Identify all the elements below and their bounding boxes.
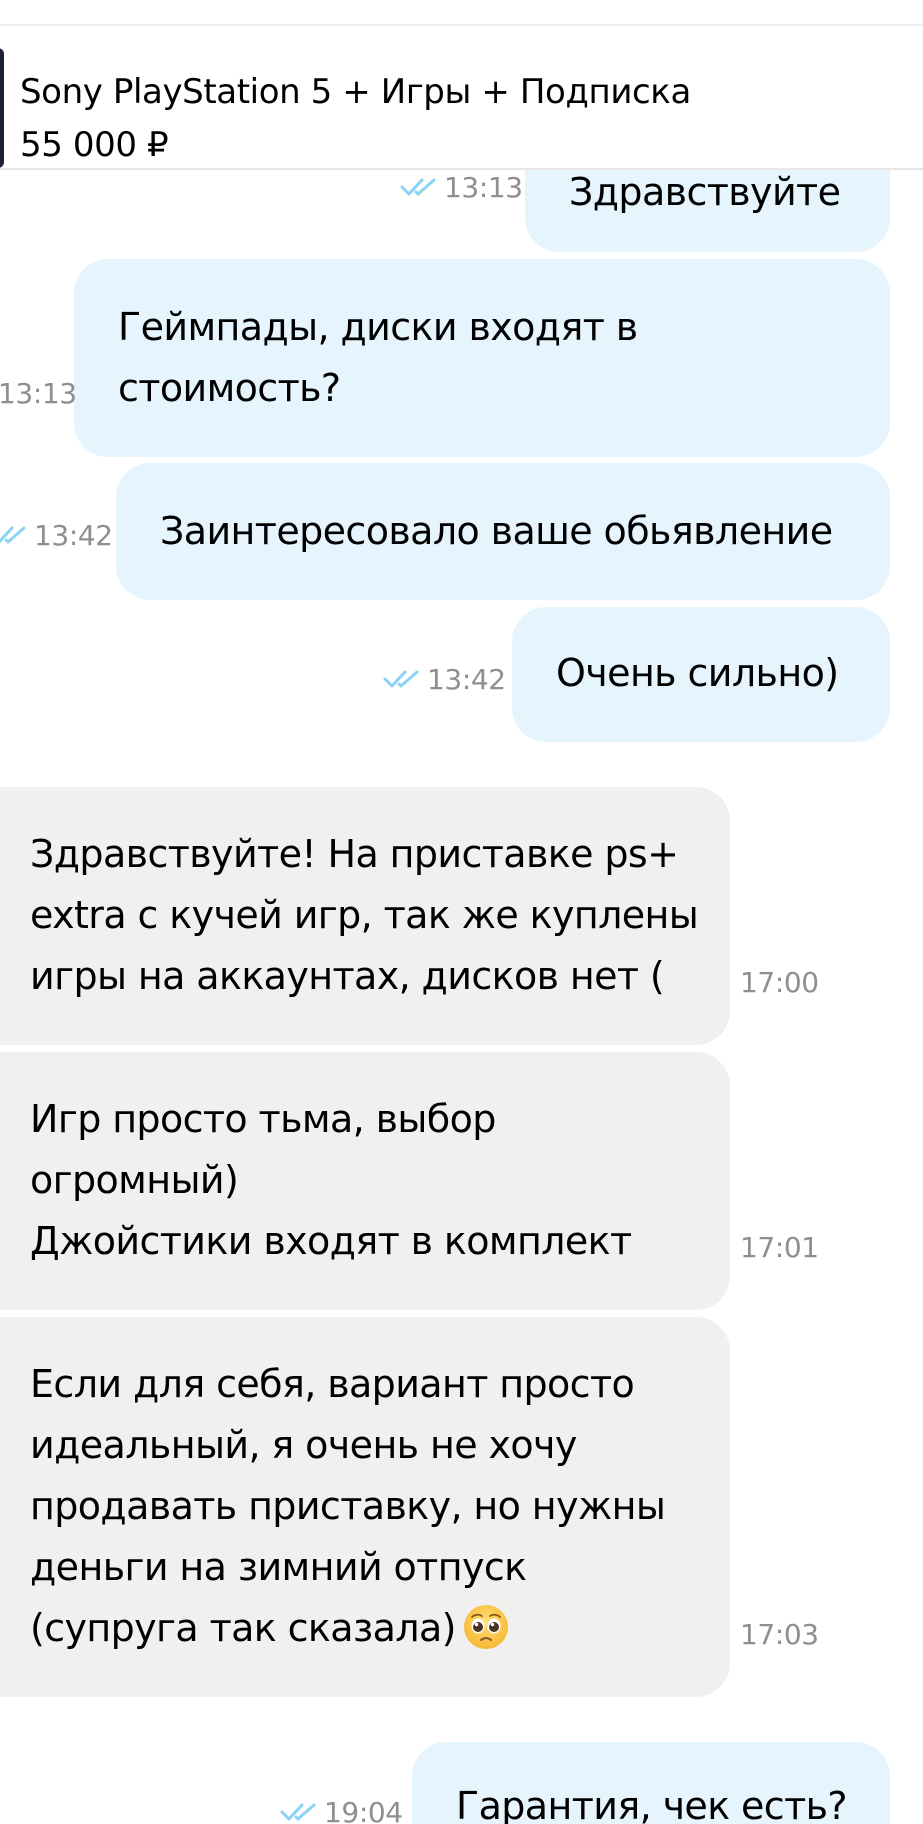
message-bubble-outgoing[interactable]: Гарантия, чек есть? (412, 1742, 890, 1824)
message-time: 13:13 (400, 172, 523, 204)
message-text: (супруга так сказала) (30, 1606, 456, 1650)
message-bubble-outgoing[interactable]: Геймпады, диски входят в стоимость? (74, 259, 890, 457)
read-receipt-icon (400, 178, 436, 196)
message-text: Здравствуйте (569, 170, 841, 214)
time-label: 13:42 (34, 519, 113, 552)
message-bubble-outgoing[interactable]: Очень сильно) (512, 607, 890, 742)
read-receipt-icon (280, 1803, 316, 1821)
message-text: идеальный, я очень не хочу (30, 1423, 577, 1467)
time-label: 13:13 (0, 377, 77, 410)
message-bubble-incoming[interactable]: Здравствуйте! На приставке ps+ extra с к… (0, 787, 730, 1045)
read-receipt-icon (0, 526, 26, 544)
listing-price: 55 000 ₽ (20, 125, 169, 165)
time-label: 19:04 (324, 1796, 403, 1824)
message-text: продавать приставку, но нужны (30, 1484, 666, 1528)
listing-thumbnail[interactable] (0, 48, 4, 168)
time-label: 13:42 (427, 663, 506, 696)
message-text: Джойстики входят в комплект (30, 1219, 632, 1263)
message-text: Игр просто тьма, выбор (30, 1097, 496, 1141)
time-label: 17:00 (740, 966, 819, 999)
time-label: 17:03 (740, 1618, 819, 1651)
message-time: 19:04 (280, 1797, 403, 1824)
message-text: Если для себя, вариант просто (30, 1362, 635, 1406)
time-label: 13:13 (444, 171, 523, 204)
time-label: 17:01 (740, 1231, 819, 1264)
message-time: 13:42 (0, 520, 113, 552)
message-text: Здравствуйте! На приставке ps+ (30, 832, 679, 876)
message-text: Заинтересовало ваше обьявление (160, 509, 833, 553)
read-receipt-icon (383, 670, 419, 688)
message-time: 13:13 (0, 378, 77, 410)
message-bubble-incoming[interactable]: Если для себя, вариант просто идеальный,… (0, 1317, 730, 1697)
message-time: 17:00 (740, 967, 819, 999)
message-last-line: (супруга так сказала) (30, 1598, 730, 1659)
pleading-face-emoji-icon (463, 1604, 508, 1649)
message-text: стоимость? (118, 366, 341, 410)
message-bubble-incoming[interactable]: Игр просто тьма, выбор огромный) Джойсти… (0, 1052, 730, 1310)
message-bubble-outgoing[interactable]: Заинтересовало ваше обьявление (116, 463, 890, 600)
message-text: extra с кучей игр, так же куплены (30, 893, 699, 937)
message-text: огромный) (30, 1158, 239, 1202)
message-text: Геймпады, диски входят в (118, 305, 638, 349)
message-text: деньги на зимний отпуск (30, 1545, 527, 1589)
message-text: игры на аккаунтах, дисков нет ( (30, 954, 665, 998)
listing-title[interactable]: Sony PlayStation 5 + Игры + Подписка (20, 72, 691, 112)
message-text: Очень сильно) (556, 651, 839, 695)
message-time: 17:03 (740, 1619, 819, 1651)
message-time: 13:42 (383, 664, 506, 696)
listing-header[interactable]: Sony PlayStation 5 + Игры + Подписка 55 … (0, 26, 923, 170)
message-text: Гарантия, чек есть? (456, 1784, 848, 1824)
chat-screen: Sony PlayStation 5 + Игры + Подписка 55 … (0, 0, 923, 1824)
message-time: 17:01 (740, 1232, 819, 1264)
